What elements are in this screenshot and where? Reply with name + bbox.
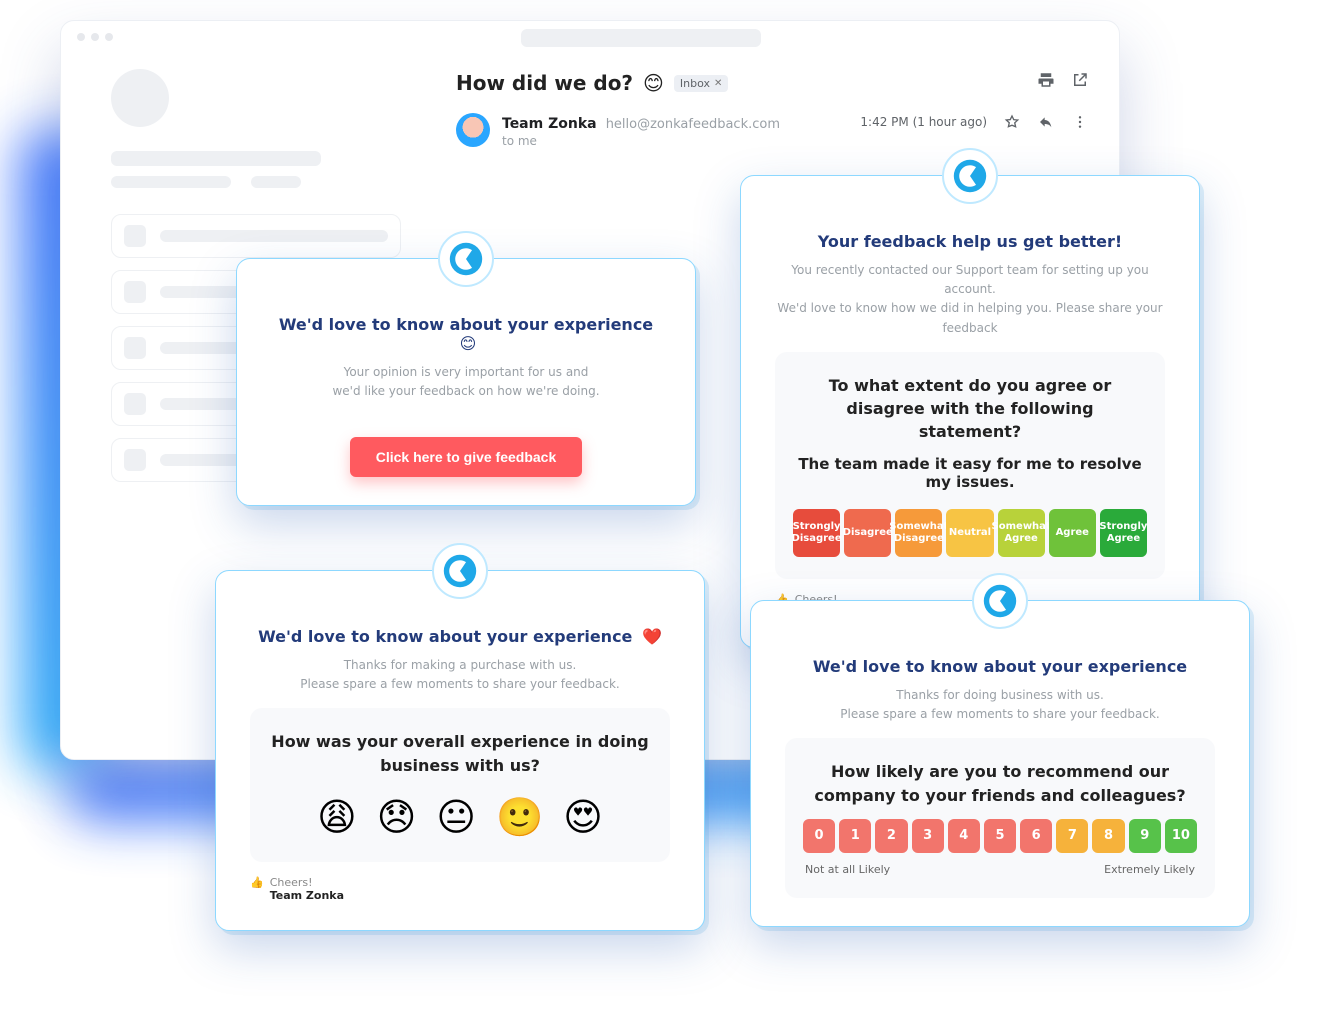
email-subject: How did we do? 😊 Inbox ✕ bbox=[456, 71, 1089, 95]
zonka-logo-icon bbox=[942, 148, 998, 204]
question-text: To what extent do you agree or disagree … bbox=[793, 374, 1147, 444]
nps-option[interactable]: 9 bbox=[1129, 819, 1161, 853]
likert-option[interactable]: Agree bbox=[1049, 509, 1096, 557]
subject-text: How did we do? bbox=[456, 71, 633, 95]
close-icon[interactable]: ✕ bbox=[714, 78, 722, 89]
nps-option[interactable]: 10 bbox=[1165, 819, 1197, 853]
question-text: How likely are you to recommend our comp… bbox=[803, 760, 1197, 806]
emoji-option[interactable]: 😍 bbox=[563, 795, 603, 840]
survey-card-ces: Your feedback help us get better! You re… bbox=[740, 175, 1200, 648]
profile-avatar-placeholder bbox=[111, 69, 169, 127]
survey-card-csat: We'd love to know about your experience … bbox=[215, 570, 705, 931]
give-feedback-button[interactable]: Click here to give feedback bbox=[350, 437, 583, 477]
sender-name: Team Zonka bbox=[502, 116, 597, 132]
subject-emoji: 😊 bbox=[643, 71, 664, 95]
nps-option[interactable]: 0 bbox=[803, 819, 835, 853]
card-subtext: You recently contacted our Support team … bbox=[775, 261, 1165, 338]
email-timestamp: 1:42 PM (1 hour ago) bbox=[860, 115, 987, 129]
question-box: To what extent do you agree or disagree … bbox=[775, 352, 1165, 580]
emoji-option[interactable]: 🙂 bbox=[496, 795, 543, 840]
star-icon[interactable] bbox=[1003, 113, 1021, 131]
likert-option[interactable]: Strongly Agree bbox=[1100, 509, 1147, 557]
card-subtext: Thanks for doing business with us. Pleas… bbox=[785, 686, 1215, 724]
nps-option[interactable]: 2 bbox=[875, 819, 907, 853]
zonka-logo-icon bbox=[972, 573, 1028, 629]
zonka-logo-icon bbox=[432, 543, 488, 599]
likert-option[interactable]: Strongly Disagree bbox=[793, 509, 840, 557]
emoji-option[interactable]: 😩 bbox=[317, 795, 357, 840]
question-box: How was your overall experience in doing… bbox=[250, 708, 670, 861]
inbox-label-text: Inbox bbox=[680, 77, 710, 90]
inbox-label-chip[interactable]: Inbox ✕ bbox=[674, 75, 729, 92]
nps-high-label: Extremely Likely bbox=[1104, 863, 1195, 876]
to-line: to me bbox=[502, 134, 780, 148]
card-subtext: Your opinion is very important for us an… bbox=[271, 363, 661, 401]
sidebar-item[interactable] bbox=[111, 214, 401, 258]
card-title: We'd love to know about your experience bbox=[785, 657, 1215, 676]
nps-option[interactable]: 8 bbox=[1092, 819, 1124, 853]
survey-card-feedback-cta: We'd love to know about your experience … bbox=[236, 258, 696, 506]
sender-avatar bbox=[456, 113, 490, 147]
likert-scale: Strongly DisagreeDisagreeSomewhat Disagr… bbox=[793, 509, 1147, 557]
nps-low-label: Not at all Likely bbox=[805, 863, 890, 876]
card-title: We'd love to know about your experience … bbox=[250, 627, 670, 646]
emoji-option[interactable]: 😐 bbox=[436, 795, 476, 840]
question-text: How was your overall experience in doing… bbox=[268, 730, 652, 776]
card-title: Your feedback help us get better! bbox=[775, 232, 1165, 251]
nps-scale: 012345678910 bbox=[803, 819, 1197, 853]
likert-option[interactable]: Neutral bbox=[946, 509, 993, 557]
nps-option[interactable]: 6 bbox=[1020, 819, 1052, 853]
sender-email: hello@zonkafeedback.com bbox=[606, 117, 780, 132]
card-title: We'd love to know about your experience … bbox=[271, 315, 661, 353]
likert-option[interactable]: Somewhat Agree bbox=[998, 509, 1045, 557]
survey-card-nps: We'd love to know about your experience … bbox=[750, 600, 1250, 927]
more-icon[interactable] bbox=[1071, 113, 1089, 131]
nps-option[interactable]: 7 bbox=[1056, 819, 1088, 853]
nps-option[interactable]: 3 bbox=[912, 819, 944, 853]
smile-icon: 😊 bbox=[460, 334, 477, 353]
heart-icon: ❤️ bbox=[642, 627, 662, 646]
nps-option[interactable]: 4 bbox=[948, 819, 980, 853]
nps-option[interactable]: 5 bbox=[984, 819, 1016, 853]
question-box: How likely are you to recommend our comp… bbox=[785, 738, 1215, 897]
emoji-rating: 😩 😞 😐 🙂 😍 bbox=[268, 795, 652, 840]
thumbs-up-icon: 👍 bbox=[250, 876, 264, 889]
nps-option[interactable]: 1 bbox=[839, 819, 871, 853]
reply-icon[interactable] bbox=[1037, 113, 1055, 131]
likert-option[interactable]: Disagree bbox=[844, 509, 891, 557]
statement-text: The team made it easy for me to resolve … bbox=[793, 455, 1147, 491]
signature: 👍 Cheers! Team Zonka bbox=[250, 876, 670, 902]
zonka-logo-icon bbox=[438, 231, 494, 287]
likert-option[interactable]: Somewhat Disagree bbox=[895, 509, 942, 557]
emoji-option[interactable]: 😞 bbox=[377, 795, 417, 840]
search-bar-placeholder bbox=[521, 29, 761, 47]
card-subtext: Thanks for making a purchase with us. Pl… bbox=[250, 656, 670, 694]
